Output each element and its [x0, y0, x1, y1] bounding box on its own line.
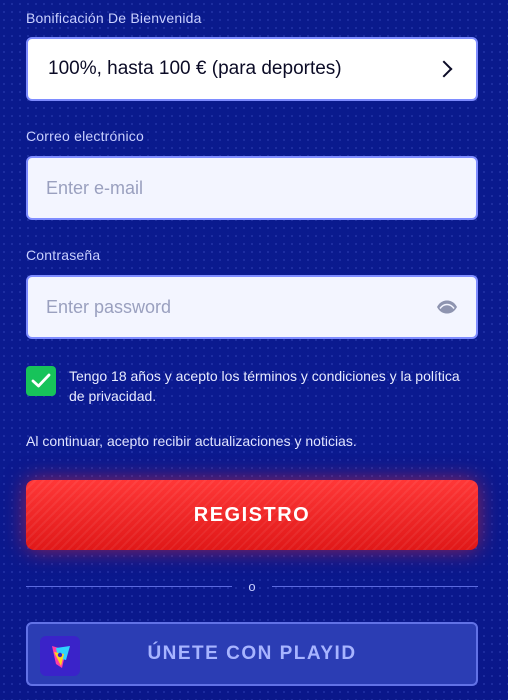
or-divider: o — [26, 576, 479, 596]
password-input[interactable] — [46, 296, 428, 318]
email-label: Correo electrónico — [26, 128, 144, 144]
playid-logo-icon — [40, 636, 80, 676]
email-field-wrapper — [26, 156, 478, 220]
playid-button[interactable]: ÚNETE CON PLAYID — [26, 622, 478, 686]
checkmark-icon — [31, 373, 51, 388]
email-input[interactable] — [46, 177, 458, 199]
updates-notice: Al continuar, acepto recibir actualizaci… — [26, 433, 357, 449]
bonus-label: Bonificación De Bienvenida — [26, 10, 202, 26]
divider-line-left — [26, 585, 233, 587]
password-field-wrapper — [26, 275, 478, 339]
bonus-value: 100%, hasta 100 € (para deportes) — [48, 58, 342, 79]
terms-text: Tengo 18 años y acepto los términos y co… — [69, 368, 460, 404]
eye-icon[interactable] — [436, 300, 458, 314]
chevron-right-icon — [435, 60, 453, 78]
terms-row: Tengo 18 años y acepto los términos y co… — [26, 366, 478, 406]
register-button[interactable]: REGISTRO — [26, 480, 478, 550]
divider-line-right — [271, 585, 479, 587]
playid-label: ÚNETE CON PLAYID — [147, 643, 357, 664]
bonus-selector[interactable]: 100%, hasta 100 € (para deportes) — [26, 37, 478, 101]
divider-text: o — [248, 578, 256, 594]
terms-checkbox[interactable] — [26, 366, 56, 396]
password-label: Contraseña — [26, 247, 101, 263]
